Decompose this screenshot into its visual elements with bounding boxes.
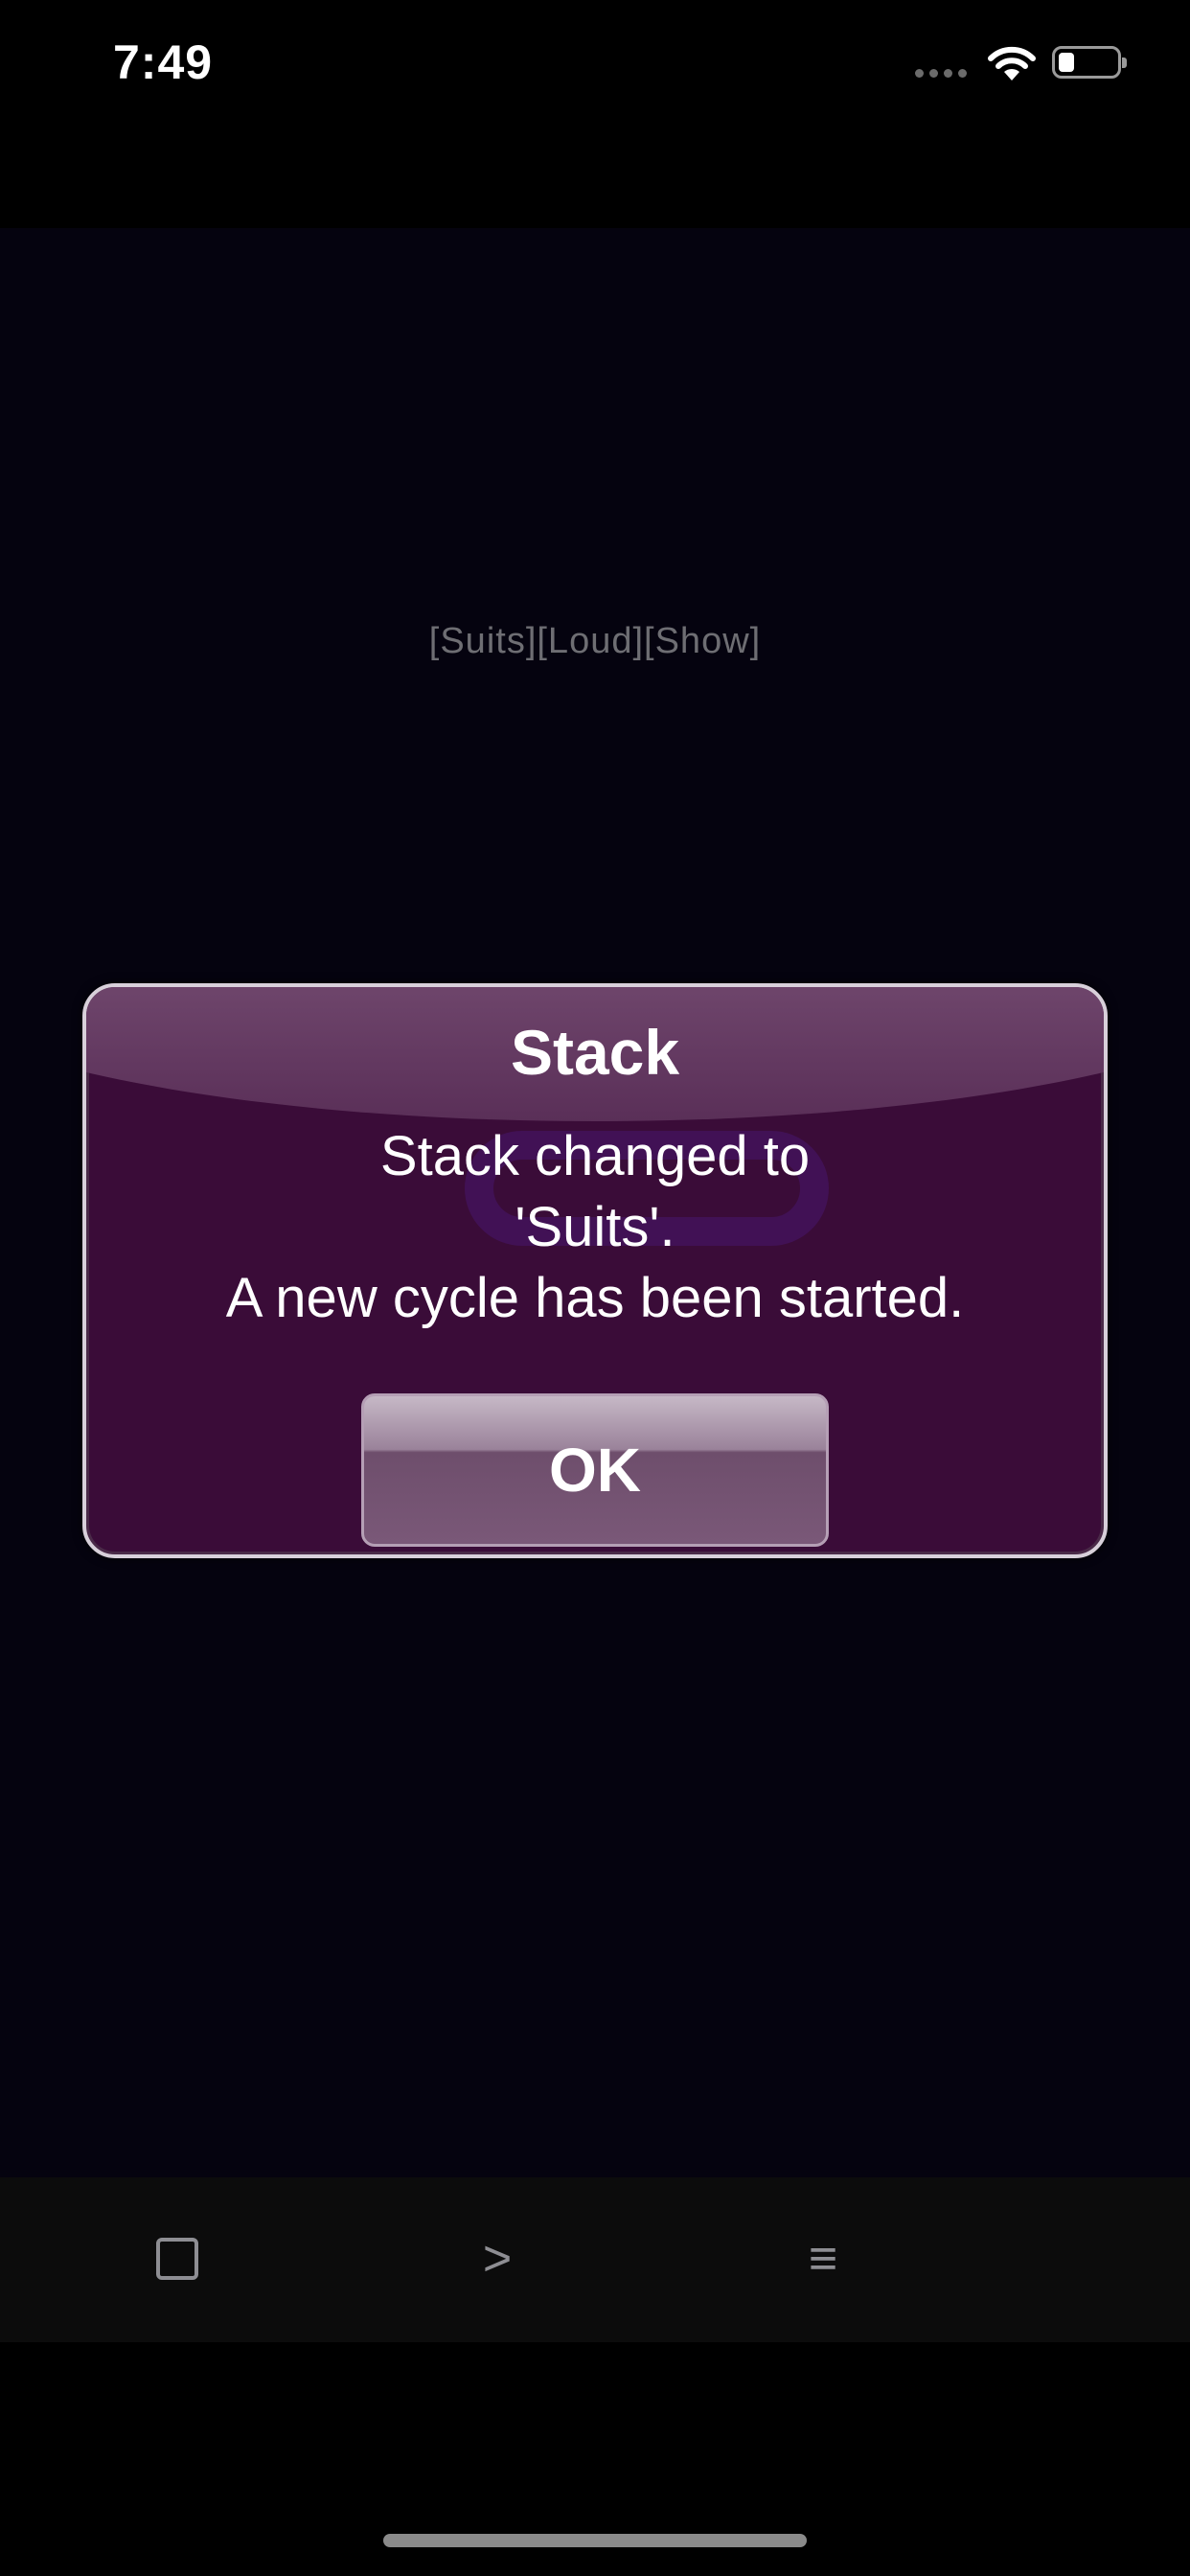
bottom-toolbar: > ≡ xyxy=(0,2177,1190,2342)
menu-icon: ≡ xyxy=(808,2231,838,2287)
battery-icon xyxy=(1052,46,1127,79)
dialog-message-line: A new cycle has been started. xyxy=(225,1267,965,1329)
dialog-title: Stack xyxy=(510,1017,680,1088)
stack-alert-dialog: Stack Stack changed to 'Suits'. A new cy… xyxy=(82,983,1108,1558)
menu-button[interactable]: ≡ xyxy=(766,2216,881,2302)
cellular-signal-icon xyxy=(915,69,967,78)
play-icon: > xyxy=(482,2231,513,2287)
status-time: 7:49 xyxy=(113,35,214,89)
play-button[interactable]: > xyxy=(440,2216,555,2302)
dialog-message-line: Stack changed to xyxy=(379,1125,811,1187)
tag-list: [Suits][Loud][Show] xyxy=(428,621,762,661)
ok-button[interactable]: OK xyxy=(361,1393,829,1547)
dialog-message: Stack changed to 'Suits'. A new cycle ha… xyxy=(86,1121,1104,1334)
square-icon xyxy=(156,2238,198,2280)
stop-button[interactable] xyxy=(120,2216,235,2302)
status-bar: 7:49 xyxy=(0,0,1190,134)
home-indicator[interactable] xyxy=(383,2534,807,2547)
dialog-message-line: 'Suits'. xyxy=(515,1196,675,1258)
wifi-icon xyxy=(985,44,1039,87)
